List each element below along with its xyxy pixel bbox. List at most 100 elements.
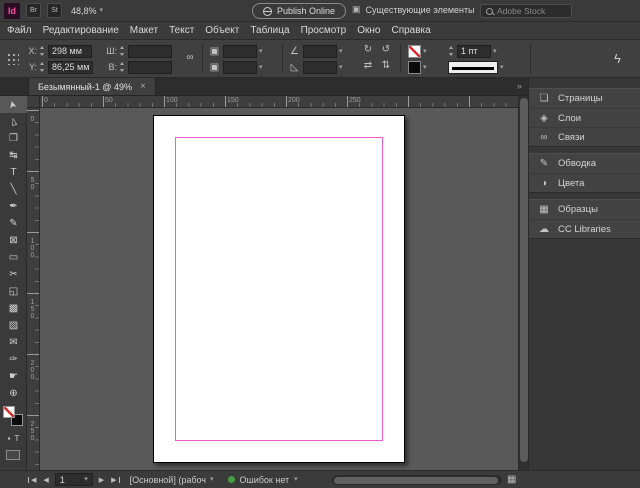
pasteboard[interactable] bbox=[40, 108, 518, 470]
menu-item-2[interactable]: Макет bbox=[130, 25, 158, 36]
type-tool[interactable]: T bbox=[0, 164, 27, 181]
flip-horizontal-button[interactable]: ⇄ bbox=[360, 59, 376, 73]
formatting-affects-text-button[interactable]: T bbox=[14, 434, 19, 443]
gradient-feather-tool[interactable]: ▨ bbox=[0, 317, 27, 334]
panel-tab-layers[interactable]: ◈ Слои bbox=[529, 108, 640, 127]
bridge-button[interactable]: Br bbox=[26, 3, 41, 18]
vertical-scrollbar-thumb[interactable] bbox=[520, 98, 528, 462]
pen-tool[interactable]: ✒ bbox=[0, 198, 27, 215]
x-position-field[interactable]: X: 298 мм bbox=[24, 44, 92, 58]
shear-value[interactable] bbox=[303, 60, 337, 74]
shear-field[interactable]: ◺ ▾ bbox=[288, 60, 343, 74]
h-ruler-label: 0 bbox=[44, 97, 48, 104]
height-value[interactable] bbox=[128, 60, 172, 74]
menu-item-7[interactable]: Окно bbox=[357, 25, 380, 36]
search-input[interactable] bbox=[497, 6, 567, 16]
vertical-ruler[interactable]: 0 5 0 1 0 0 1 5 0 2 0 0 2 5 0 bbox=[27, 108, 40, 470]
panel-tab-stroke[interactable]: ✎ Обводка bbox=[529, 154, 640, 173]
page-number-dropdown[interactable]: 1 ▾ bbox=[54, 473, 93, 486]
rectangle-frame-tool[interactable]: ⊠ bbox=[0, 232, 27, 249]
height-field[interactable]: В: bbox=[104, 60, 172, 74]
hand-tool[interactable]: ☛ bbox=[0, 368, 27, 385]
panel-tab-pages[interactable]: ❏ Страницы bbox=[529, 89, 640, 108]
scale-y-value[interactable] bbox=[223, 60, 257, 74]
stroke-color-swatch[interactable]: ▾ bbox=[408, 44, 427, 58]
panel-tab-cc-libraries[interactable]: ☁ CC Libraries bbox=[529, 219, 640, 238]
formatting-affects-container-button[interactable]: ▪ bbox=[8, 434, 11, 443]
scissors-tool[interactable]: ✂ bbox=[0, 266, 27, 283]
horizontal-scrollbar-thumb[interactable] bbox=[334, 476, 498, 484]
menu-item-0[interactable]: Файл bbox=[7, 25, 32, 36]
document-tab[interactable]: Безымянный-1 @ 49% × bbox=[28, 78, 156, 95]
x-stepper[interactable] bbox=[39, 45, 46, 57]
reference-point-proxy[interactable] bbox=[6, 52, 19, 65]
stock-button[interactable]: St bbox=[47, 3, 62, 18]
y-position-field[interactable]: Y: 86,25 мм bbox=[24, 60, 94, 74]
x-value[interactable]: 298 мм bbox=[48, 44, 92, 58]
workspace-switcher-dropdown[interactable]: ▣ Существующие элементы ▾ bbox=[352, 4, 483, 15]
pencil-tool[interactable]: ✎ bbox=[0, 215, 27, 232]
menu-item-4[interactable]: Объект bbox=[205, 25, 239, 36]
tab-overflow-icon[interactable]: » bbox=[517, 81, 522, 91]
ruler-origin-corner[interactable] bbox=[27, 96, 40, 108]
constrain-proportions-icon[interactable]: ∞ bbox=[182, 51, 198, 65]
screen-mode-button[interactable] bbox=[6, 450, 20, 460]
gap-tool[interactable]: ↹ bbox=[0, 147, 27, 164]
zoom-level-dropdown[interactable]: 48,8% ▾ bbox=[68, 4, 106, 18]
selection-tool[interactable]: ➤ bbox=[0, 96, 27, 113]
line-tool[interactable]: ╲ bbox=[0, 181, 27, 198]
horizontal-ruler[interactable]: 0 50 100 150 200 250 bbox=[40, 96, 518, 108]
free-transform-tool[interactable]: ◱ bbox=[0, 283, 27, 300]
fill-swatch-icon[interactable] bbox=[3, 406, 15, 418]
rectangle-tool[interactable]: ▭ bbox=[0, 249, 27, 266]
publish-online-button[interactable]: Publish Online bbox=[252, 3, 347, 19]
next-page-button[interactable]: ▶ bbox=[98, 474, 105, 486]
y-value[interactable]: 86,25 мм bbox=[48, 60, 94, 74]
document-page[interactable] bbox=[153, 115, 405, 463]
quick-apply-lightning-icon[interactable]: ϟ bbox=[614, 51, 621, 66]
width-field[interactable]: Ш: bbox=[104, 44, 172, 58]
note-tool[interactable]: ✉ bbox=[0, 334, 27, 351]
width-stepper[interactable] bbox=[119, 45, 126, 57]
fill-color-swatch[interactable]: ▾ bbox=[408, 60, 427, 74]
gradient-swatch-tool[interactable]: ▩ bbox=[0, 300, 27, 317]
stroke-weight-value[interactable]: 1 пт bbox=[457, 44, 491, 58]
pages-view-button[interactable]: ▦ bbox=[507, 474, 516, 485]
zoom-tool[interactable]: ⊕ bbox=[0, 385, 27, 402]
page-tool[interactable]: ❐ bbox=[0, 130, 27, 147]
first-page-button[interactable]: ◀ bbox=[27, 474, 37, 486]
panel-tab-links[interactable]: ∞ Связи bbox=[529, 127, 640, 146]
rotate-90-ccw-button[interactable]: ↺ bbox=[378, 43, 394, 57]
rotation-value[interactable] bbox=[303, 44, 337, 58]
master-page-dropdown[interactable]: [Основной] (рабоч ▾ bbox=[130, 475, 214, 485]
previous-page-button[interactable]: ◀ bbox=[42, 474, 49, 486]
stroke-type-dropdown[interactable]: ▾ bbox=[448, 60, 504, 74]
menu-item-6[interactable]: Просмотр bbox=[301, 25, 347, 36]
menu-item-5[interactable]: Таблица bbox=[250, 25, 289, 36]
flip-vertical-button[interactable]: ⇅ bbox=[378, 59, 394, 73]
last-page-button[interactable]: ▶ bbox=[110, 474, 121, 486]
fill-stroke-swatches[interactable] bbox=[0, 404, 27, 430]
rotation-field[interactable]: ∠ ▾ bbox=[288, 44, 343, 58]
panel-tab-swatches[interactable]: ▦ Образцы bbox=[529, 200, 640, 219]
scale-y-field[interactable]: ▣ ▾ bbox=[208, 60, 263, 74]
width-value[interactable] bbox=[128, 44, 172, 58]
stroke-weight-stepper[interactable] bbox=[448, 45, 455, 57]
menu-item-8[interactable]: Справка bbox=[391, 25, 430, 36]
scale-x-field[interactable]: ▣ ▾ bbox=[208, 44, 263, 58]
scale-x-value[interactable] bbox=[223, 44, 257, 58]
preflight-status[interactable]: Ошибок нет ▾ bbox=[227, 475, 298, 485]
panel-tab-color[interactable]: ◑ Цвета bbox=[529, 173, 640, 192]
adobe-stock-search[interactable] bbox=[480, 4, 572, 18]
stroke-weight-dropdown[interactable]: 1 пт ▾ bbox=[448, 44, 497, 58]
y-stepper[interactable] bbox=[39, 61, 46, 73]
menu-item-3[interactable]: Текст bbox=[169, 25, 194, 36]
rotate-90-cw-button[interactable]: ↻ bbox=[360, 43, 376, 57]
vertical-scrollbar[interactable] bbox=[518, 96, 528, 470]
height-stepper[interactable] bbox=[119, 61, 126, 73]
eyedropper-tool[interactable]: ✑ bbox=[0, 351, 27, 368]
direct-selection-tool[interactable]: ▻ bbox=[0, 113, 27, 130]
menu-item-1[interactable]: Редактирование bbox=[43, 25, 119, 36]
horizontal-scrollbar[interactable] bbox=[332, 475, 502, 485]
close-icon[interactable]: × bbox=[140, 81, 146, 92]
